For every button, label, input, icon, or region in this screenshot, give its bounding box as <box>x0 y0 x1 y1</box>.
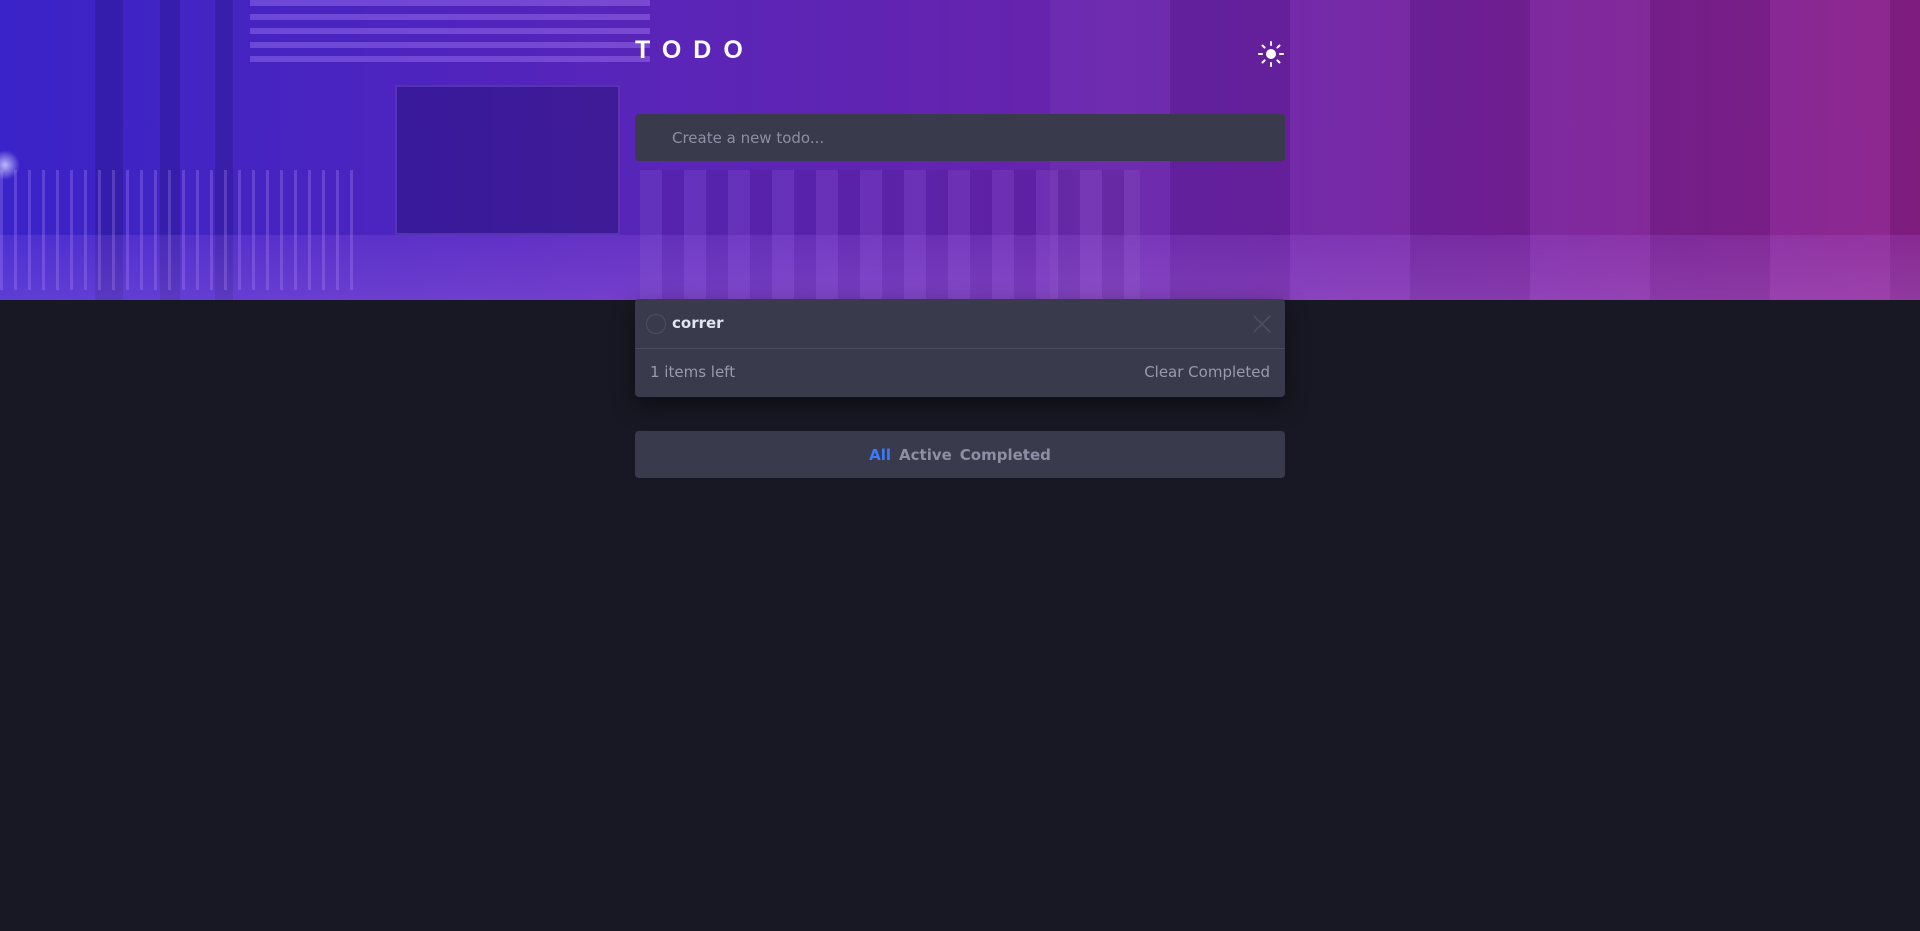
new-todo-input[interactable] <box>635 114 1285 161</box>
todo-item[interactable]: correr <box>635 299 1285 349</box>
new-todo-box <box>635 114 1285 161</box>
todo-list: correr 1 items left Clear Completed <box>635 299 1285 397</box>
app-header: TODO <box>635 36 1285 76</box>
filter-bar: All Active Completed <box>635 431 1285 478</box>
filter-active[interactable]: Active <box>899 446 952 464</box>
filter-all[interactable]: All <box>869 446 891 464</box>
app-title: TODO <box>635 36 755 64</box>
filter-completed[interactable]: Completed <box>960 446 1051 464</box>
list-footer: 1 items left Clear Completed <box>635 349 1285 397</box>
theme-toggle-button[interactable] <box>1257 40 1285 68</box>
background-floor <box>0 235 1920 300</box>
clear-completed-button[interactable]: Clear Completed <box>1144 363 1270 381</box>
items-left-count: 1 items left <box>650 363 736 381</box>
todo-checkbox[interactable] <box>646 314 666 334</box>
close-icon <box>1253 315 1271 333</box>
background-ceiling <box>250 0 650 70</box>
todo-text: correr <box>672 314 724 332</box>
sun-icon <box>1258 41 1284 67</box>
delete-todo-button[interactable] <box>1253 315 1271 333</box>
background-doorway <box>395 85 620 235</box>
